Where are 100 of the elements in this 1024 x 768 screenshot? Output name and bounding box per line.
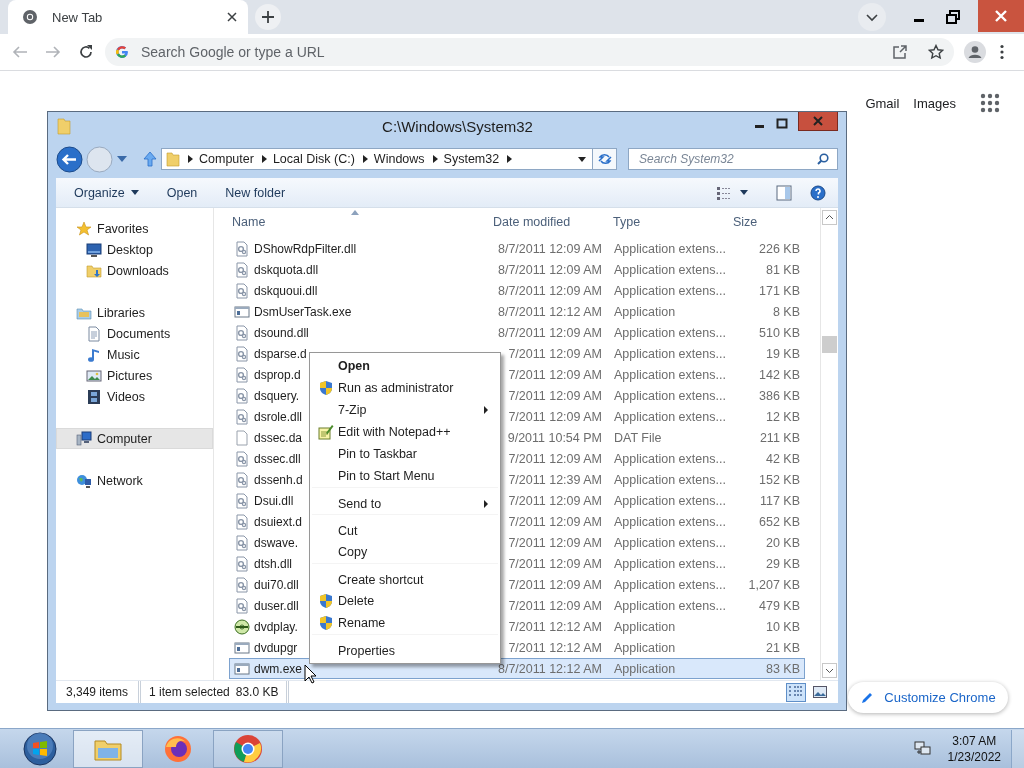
window-file-icon	[234, 303, 250, 320]
scrollbar[interactable]	[820, 208, 838, 680]
apps-grid-icon[interactable]	[980, 93, 1000, 113]
google-icon	[115, 45, 129, 59]
date-modified: 7/2011 12:09 AM	[508, 346, 602, 361]
file-size: 211 KB	[759, 430, 800, 445]
date-modified: 7/2011 12:09 AM	[508, 493, 602, 508]
up-arrow-icon[interactable]	[143, 151, 157, 167]
breadcrumb-item[interactable]: Local Disk (C:)	[272, 152, 355, 166]
back-icon[interactable]	[56, 145, 83, 173]
new-tab-icon[interactable]	[255, 4, 281, 30]
restore-icon[interactable]	[946, 10, 960, 24]
breadcrumb-item[interactable]: Windows	[373, 152, 425, 166]
document-icon	[86, 325, 102, 342]
navigation-item[interactable]: Computer	[56, 428, 213, 449]
help-icon[interactable]	[810, 184, 826, 201]
date-modified: 7/2011 12:12 AM	[508, 619, 602, 634]
column-header[interactable]: Name	[229, 212, 493, 232]
film-icon	[86, 388, 102, 405]
address-bar[interactable]: Search Google or type a URL	[105, 38, 954, 66]
refresh-icon	[596, 152, 613, 166]
column-header[interactable]: Size	[733, 212, 799, 232]
customize-button[interactable]: Customize Chrome	[848, 682, 1008, 713]
menu-icon[interactable]	[1000, 44, 1004, 60]
clock[interactable]: 3:07 AM 1/23/2022	[947, 732, 1001, 765]
menu-item[interactable]: Pin to Taskbar	[312, 443, 498, 465]
navigation-item[interactable]: Music	[56, 344, 213, 365]
menu-item[interactable]: Create shortcut	[312, 563, 498, 590]
navigation-item[interactable]: Documents	[56, 323, 213, 344]
navigation-item[interactable]: Network	[56, 470, 213, 491]
music-note-icon	[86, 346, 102, 363]
details-view-button[interactable]	[786, 682, 806, 702]
menu-item[interactable]: Send to	[312, 487, 498, 514]
selected-row[interactable]: dwm.exe 8/7/2011 12:12 AM Application 83 KB	[229, 658, 805, 679]
header-link[interactable]: Gmail	[865, 95, 900, 111]
address-input[interactable]: Search Google or type a URL	[139, 43, 872, 61]
menu-item[interactable]: Edit with Notepad++	[312, 421, 498, 443]
menu-item[interactable]: Copy	[312, 541, 498, 563]
breadcrumb-item[interactable]: Computer	[199, 152, 254, 166]
navigation-item[interactable]: Desktop	[56, 239, 213, 260]
tab-search-icon[interactable]	[858, 3, 886, 31]
close-button[interactable]	[798, 112, 838, 131]
view-options-icon[interactable]	[716, 185, 732, 200]
file-name: dsquery.	[254, 388, 300, 403]
command-button[interactable]: Organize	[66, 185, 147, 200]
command-button[interactable]: Open	[158, 185, 206, 200]
navigation-item[interactable]: Libraries	[56, 302, 213, 323]
navigation-item[interactable]: Favorites	[56, 218, 213, 239]
breadcrumb-item[interactable]: System32	[443, 152, 500, 166]
file-type: Application extens...	[614, 241, 726, 256]
menu-item[interactable]: Open	[312, 355, 498, 377]
menu-item[interactable]: Run as administrator	[312, 377, 498, 399]
chevron-icon	[507, 155, 513, 163]
menu-item[interactable]: Cut	[312, 514, 498, 541]
search-field[interactable]: Search System32	[628, 148, 838, 170]
maximize-icon[interactable]	[776, 118, 788, 130]
profile-icon[interactable]	[964, 41, 986, 63]
caret-icon[interactable]	[740, 190, 748, 195]
window-file-icon	[234, 639, 250, 656]
file-name: dssenh.d	[254, 472, 303, 487]
header-link[interactable]: Images	[913, 95, 956, 111]
network-icon	[76, 472, 92, 489]
reload-icon[interactable]	[78, 44, 94, 60]
caret-icon	[130, 190, 139, 195]
chevron-icon	[188, 155, 193, 163]
scroll-thumb[interactable]	[822, 336, 837, 353]
star-outline-icon[interactable]	[928, 44, 944, 60]
gear-file-icon	[234, 513, 250, 530]
share-icon[interactable]	[892, 44, 908, 60]
menu-item[interactable]: 7-Zip	[312, 399, 498, 421]
navigation-item[interactable]: Videos	[56, 386, 213, 407]
menu-item[interactable]: Delete	[312, 590, 498, 612]
file-size: 12 KB	[765, 409, 800, 424]
column-header[interactable]: Date modified	[493, 212, 613, 232]
close-icon[interactable]	[226, 11, 238, 23]
network-icon[interactable]	[913, 740, 932, 757]
gear-file-icon	[234, 576, 250, 593]
date-modified: 7/2011 12:09 AM	[508, 556, 602, 571]
taskbar-button[interactable]	[213, 729, 283, 768]
browser-tab[interactable]: New Tab	[8, 0, 248, 34]
gear-file-icon	[234, 450, 250, 467]
close-button[interactable]	[978, 0, 1024, 32]
navigation-item[interactable]: Downloads	[56, 260, 213, 281]
menu-item[interactable]: Rename	[312, 612, 498, 634]
command-button[interactable]: New folder	[217, 185, 294, 200]
file-type: Application extens...	[614, 409, 726, 424]
pencil-icon	[860, 690, 875, 705]
caret-icon[interactable]	[578, 156, 586, 162]
refresh-button[interactable]	[592, 148, 617, 170]
menu-item[interactable]: Pin to Start Menu	[312, 465, 498, 487]
start-orb-icon[interactable]	[23, 731, 57, 766]
folder-icon	[86, 262, 102, 279]
file-type: Application extens...	[614, 577, 726, 592]
navigation-item[interactable]: Pictures	[56, 365, 213, 386]
column-header[interactable]: Type	[613, 212, 733, 232]
file-name: duser.dll	[254, 598, 299, 613]
file-size: 652 KB	[759, 514, 800, 529]
menu-item[interactable]: Properties	[312, 634, 498, 661]
gear-file-icon	[234, 282, 250, 299]
address-bar[interactable]: Computer Local Disk (C:) Windows System32	[161, 148, 593, 170]
